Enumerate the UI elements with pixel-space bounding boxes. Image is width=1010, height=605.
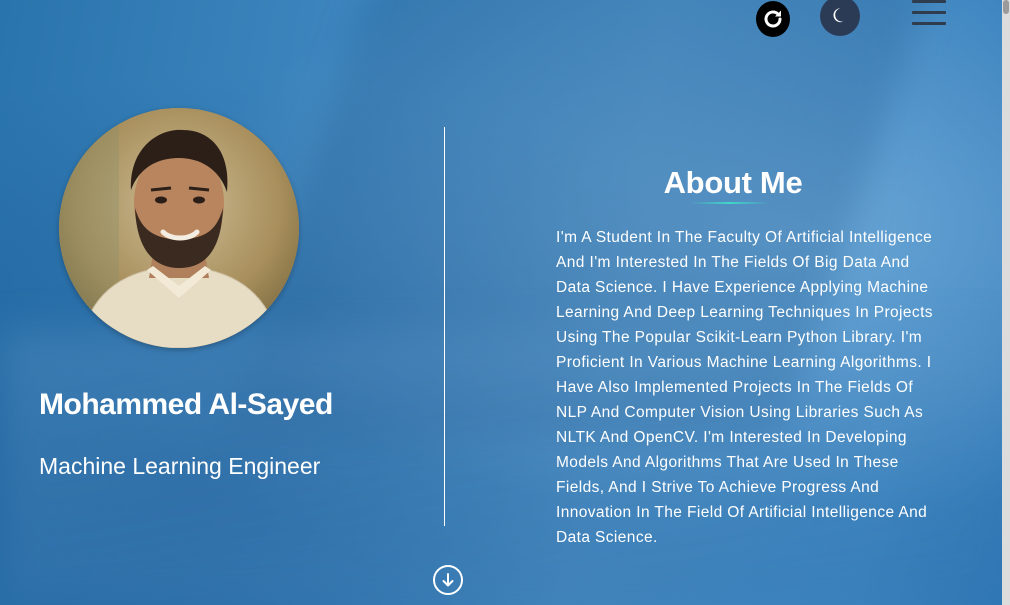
profile-role: Machine Learning Engineer [39,453,321,479]
vertical-divider [444,127,445,526]
refresh-button[interactable] [756,1,790,37]
hamburger-menu-icon-line [912,11,946,14]
hamburger-menu-icon-line [912,22,946,25]
profile-name: Mohammed Al-Sayed [39,388,333,421]
about-title-underline [690,202,770,204]
page-scrollbar[interactable] [1002,0,1010,605]
menu-button[interactable] [910,0,948,28]
hamburger-menu-icon [912,0,946,3]
refresh-icon [764,10,782,28]
about-title: About Me [663,165,803,200]
scrollbar-thumb[interactable] [1003,0,1009,14]
scroll-down-button[interactable] [433,565,463,595]
portfolio-hero: Mohammed Al-Sayed Machine Learning Engin… [0,0,1010,605]
arrow-down-circle-icon [442,573,454,587]
about-description: I'm A Student In The Faculty Of Artifici… [556,229,933,546]
profile-photo [59,108,299,348]
profile-avatar [59,108,299,348]
moon-icon [833,8,844,23]
